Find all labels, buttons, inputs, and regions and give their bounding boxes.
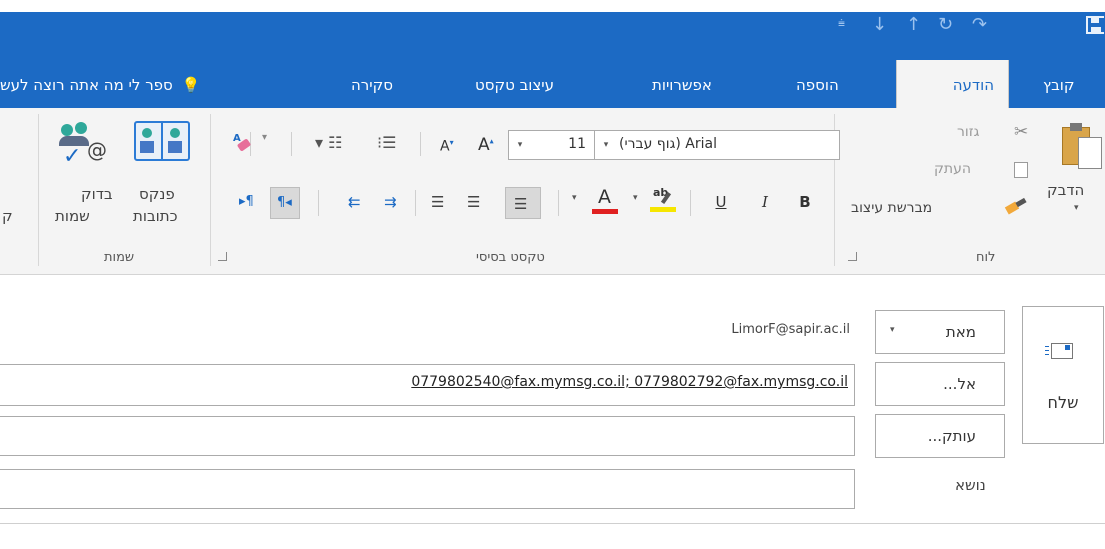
- to-field[interactable]: 0779802540@fax.mymsg.co.il; 0779802792@f…: [0, 364, 855, 406]
- highlight-icon[interactable]: ab: [650, 186, 678, 216]
- grow-font-icon[interactable]: A▴: [478, 135, 494, 155]
- basic-text-launcher-icon[interactable]: [218, 252, 227, 261]
- address-book-line-1[interactable]: פנקס: [139, 185, 175, 203]
- align-center-icon[interactable]: ☰: [467, 193, 480, 211]
- rtl-direction-button[interactable]: ¶◂: [270, 187, 300, 219]
- tab-review[interactable]: סקירה: [351, 76, 393, 94]
- bullets-icon[interactable]: ⁝☰: [377, 133, 396, 152]
- to-value: 0779802540@fax.mymsg.co.il; 0779802792@f…: [411, 374, 848, 390]
- align-left-icon[interactable]: ☰: [431, 193, 444, 211]
- cut-button[interactable]: גזור: [957, 124, 979, 140]
- format-painter-button[interactable]: מברשת עיצוב: [851, 200, 932, 216]
- format-painter-icon: [1004, 197, 1028, 215]
- from-value: LimorF@sapir.ac.il: [731, 322, 850, 337]
- send-envelope-icon: [1045, 343, 1075, 361]
- body-separator: [0, 523, 1105, 524]
- from-dropdown-icon: ▾: [890, 325, 895, 335]
- font-color-dropdown-icon[interactable]: ▾: [572, 193, 577, 203]
- redo-icon[interactable]: ↷: [972, 14, 987, 35]
- paste-dropdown-icon[interactable]: ▾: [1074, 203, 1079, 213]
- clipboard-group-label: לוח: [976, 250, 996, 265]
- copy-button[interactable]: העתק: [934, 161, 971, 177]
- customize-icon[interactable]: ⩧: [838, 16, 845, 31]
- bold-button[interactable]: B: [792, 189, 818, 215]
- font-size-value: 11: [568, 136, 586, 152]
- separator: [690, 190, 691, 216]
- separator: [420, 132, 421, 156]
- font-name-combo[interactable]: ▾ (גוף עברי) Arial: [594, 130, 840, 160]
- separator: [558, 190, 559, 216]
- font-size-combo[interactable]: ▾ 11: [508, 130, 594, 160]
- font-size-dropdown-icon[interactable]: ▾: [509, 131, 531, 159]
- cc-button[interactable]: עותק...: [875, 414, 1005, 458]
- from-button[interactable]: ▾ מאת: [875, 310, 1005, 354]
- tell-me-box[interactable]: ספר לי מה אתה רוצה לעש 💡: [0, 76, 310, 94]
- copy-icon: [1014, 162, 1028, 178]
- download-arrow-icon[interactable]: ↓: [872, 14, 887, 35]
- clipped-ribbon-button[interactable]: ק: [2, 207, 13, 225]
- check-names-line-1[interactable]: בדוק: [81, 185, 113, 203]
- italic-button[interactable]: I: [752, 189, 778, 215]
- address-book-line-2[interactable]: כתובות: [133, 207, 178, 225]
- check-names-line-2[interactable]: שמות: [55, 207, 90, 225]
- shrink-font-icon[interactable]: A▾: [440, 138, 454, 155]
- send-label: שלח: [1047, 393, 1079, 412]
- tab-message[interactable]: הודעה: [896, 60, 1009, 108]
- font-name-value: (גוף עברי) Arial: [619, 136, 717, 152]
- basic-text-group-label: טקסט בסיסי: [476, 250, 545, 265]
- clipboard-launcher-icon[interactable]: [848, 252, 857, 261]
- paste-button[interactable]: הדבק: [1047, 181, 1084, 199]
- tell-me-text: ספר לי מה אתה רוצה לעש: [0, 76, 173, 94]
- separator: [415, 190, 416, 216]
- names-group-label: שמות: [104, 250, 135, 265]
- decrease-indent-icon[interactable]: ⇇: [348, 193, 361, 211]
- subject-label: נושא: [955, 476, 986, 494]
- to-button[interactable]: אל...: [875, 362, 1005, 406]
- cc-field[interactable]: [0, 416, 855, 456]
- address-book-icon[interactable]: [134, 121, 190, 161]
- align-right-button[interactable]: ☰: [505, 187, 541, 219]
- rtl-paragraph-icon: ¶◂: [277, 195, 292, 210]
- group-divider: [38, 114, 39, 266]
- check-names-icon[interactable]: ✓ @: [59, 122, 119, 169]
- send-button[interactable]: שלח: [1022, 306, 1104, 444]
- refresh-icon[interactable]: ↻: [938, 14, 953, 35]
- subject-field[interactable]: [0, 469, 855, 509]
- numbering-icon[interactable]: ▾ ☷: [315, 133, 342, 152]
- save-icon[interactable]: [1086, 16, 1104, 34]
- separator: [318, 190, 319, 216]
- scissors-icon: ✂: [1014, 122, 1029, 142]
- highlight-dropdown-icon[interactable]: ▾: [633, 193, 638, 203]
- from-label: מאת: [945, 323, 976, 341]
- font-dropdown-icon[interactable]: ▾: [595, 131, 617, 159]
- underline-button[interactable]: U: [708, 189, 734, 215]
- tab-file[interactable]: קובץ: [1043, 76, 1075, 94]
- clear-formatting-icon[interactable]: A: [232, 133, 254, 155]
- lightbulb-icon: 💡: [181, 76, 201, 94]
- tab-insert[interactable]: הוספה: [796, 76, 839, 94]
- to-label: אל...: [943, 375, 976, 393]
- ltr-paragraph-icon[interactable]: ▸¶: [239, 194, 254, 209]
- align-right-icon: ☰: [514, 195, 528, 213]
- increase-indent-icon[interactable]: ⇉: [384, 193, 397, 211]
- cc-label: עותק...: [927, 427, 976, 445]
- paste-icon[interactable]: [1062, 121, 1102, 173]
- upload-arrow-icon[interactable]: ↑: [906, 14, 921, 35]
- numbering-dropdown-icon[interactable]: ▾: [262, 132, 267, 143]
- separator: [291, 132, 292, 156]
- group-divider: [210, 114, 211, 266]
- tab-format-text[interactable]: עיצוב טקסט: [475, 76, 554, 94]
- tab-options[interactable]: אפשרויות: [652, 76, 712, 94]
- top-strip: [0, 0, 1105, 12]
- font-color-icon[interactable]: A: [590, 186, 620, 216]
